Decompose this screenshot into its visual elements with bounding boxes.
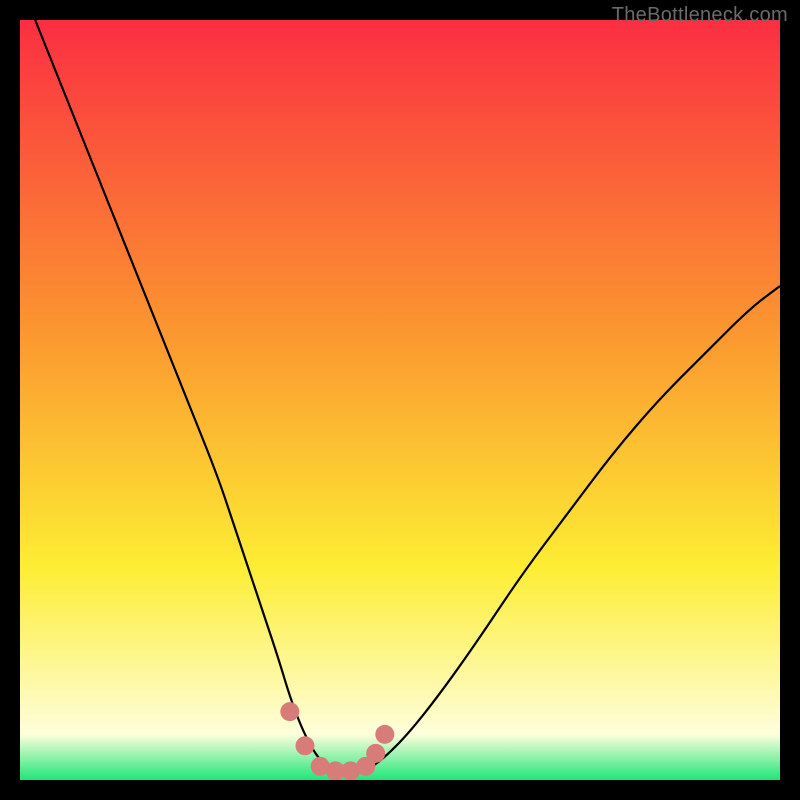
trough-dot	[375, 725, 394, 744]
trough-dot	[280, 702, 299, 721]
watermark-text: TheBottleneck.com	[612, 4, 788, 27]
plot-area	[20, 20, 780, 780]
gradient-background	[20, 20, 780, 780]
trough-dot	[296, 736, 315, 755]
chart-container: TheBottleneck.com	[0, 0, 800, 800]
trough-dot	[366, 744, 385, 763]
plot-svg	[20, 20, 780, 780]
